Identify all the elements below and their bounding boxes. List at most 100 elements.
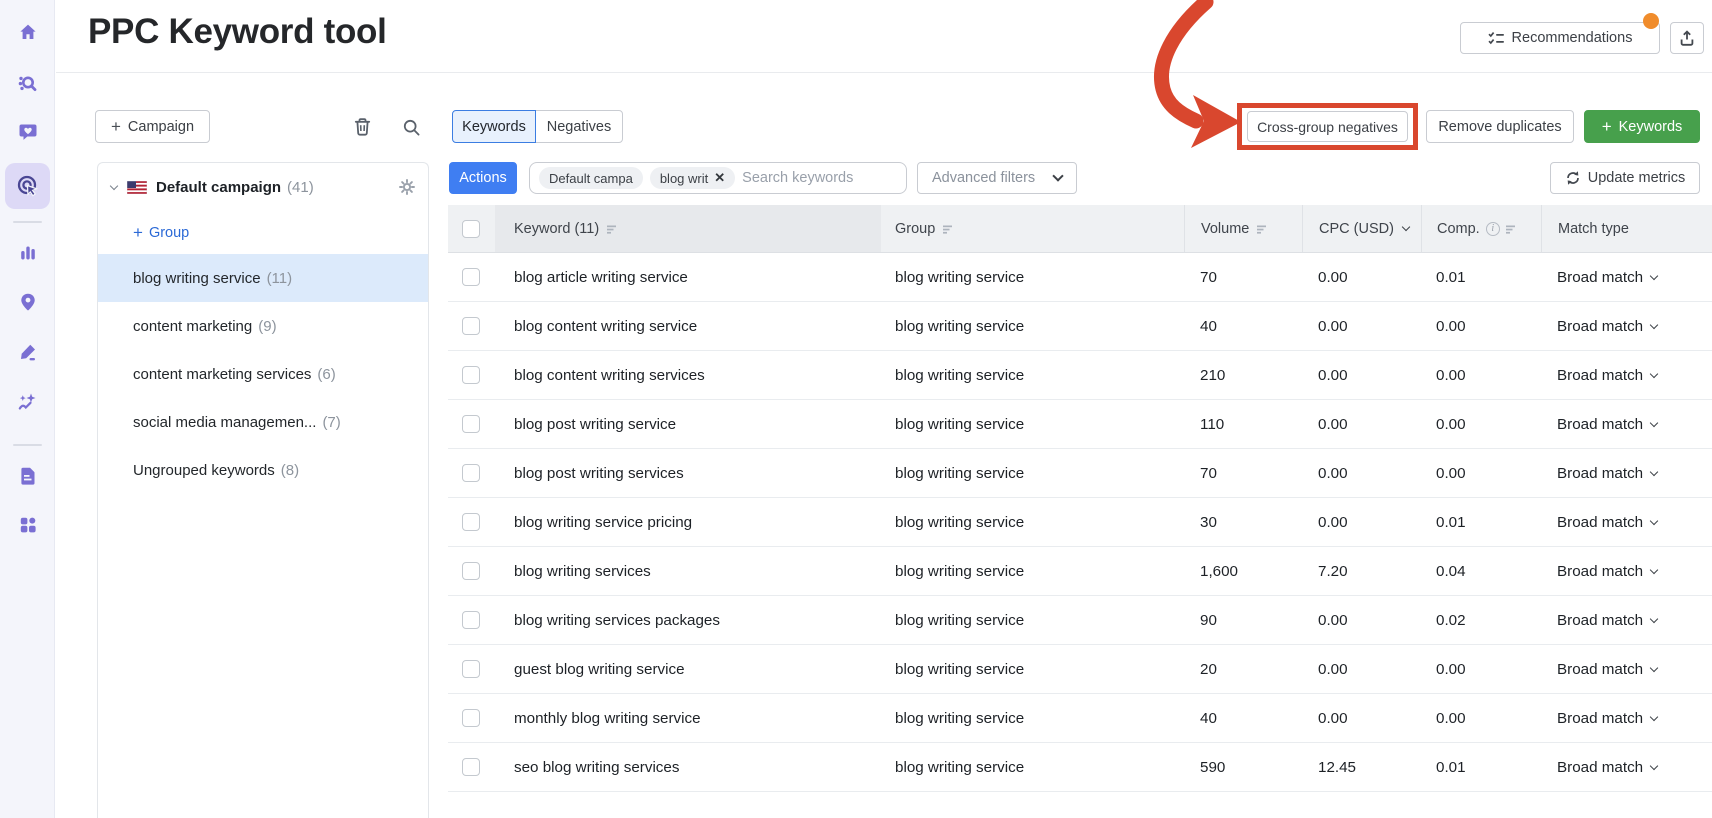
- local-listing-icon[interactable]: [0, 282, 55, 322]
- filter-chip-keyword[interactable]: blog writ ✕: [649, 167, 736, 189]
- home-icon[interactable]: [0, 12, 55, 52]
- recommendations-button[interactable]: Recommendations: [1460, 22, 1660, 54]
- remove-duplicates-button[interactable]: Remove duplicates: [1426, 110, 1574, 143]
- group-item[interactable]: content marketing (9): [98, 302, 428, 350]
- cell-volume: 90: [1184, 596, 1302, 644]
- match-type-dropdown[interactable]: Broad match: [1557, 759, 1659, 776]
- cell-keyword: blog writing services packages: [495, 596, 881, 644]
- social-engagement-icon[interactable]: [0, 112, 55, 152]
- match-type-dropdown[interactable]: Broad match: [1557, 612, 1659, 629]
- gear-icon[interactable]: [399, 179, 415, 195]
- actions-button[interactable]: Actions: [449, 162, 517, 194]
- cell-volume: 70: [1184, 253, 1302, 301]
- cell-comp: 0.01: [1421, 498, 1541, 546]
- group-text: blog writing service: [895, 513, 1025, 531]
- comp-value: 0.00: [1436, 709, 1466, 727]
- row-checkbox[interactable]: [462, 415, 480, 433]
- volume-value: 40: [1200, 317, 1217, 335]
- row-checkbox[interactable]: [462, 513, 480, 531]
- match-type-dropdown[interactable]: Broad match: [1557, 318, 1659, 335]
- volume-value: 210: [1200, 366, 1226, 384]
- search-keywords-input[interactable]: [742, 170, 906, 186]
- group-item[interactable]: social media managemen... (7): [98, 398, 428, 446]
- keyword-text: seo blog writing services: [514, 758, 680, 776]
- match-type-dropdown[interactable]: Broad match: [1557, 269, 1659, 286]
- ai-insights-icon[interactable]: [0, 382, 55, 422]
- row-checkbox[interactable]: [462, 709, 480, 727]
- comp-value: 0.04: [1436, 562, 1466, 580]
- chevron-down-icon[interactable]: [109, 181, 119, 190]
- analytics-icon[interactable]: [0, 232, 55, 272]
- trash-icon[interactable]: [350, 115, 374, 139]
- group-item[interactable]: blog writing service (11): [98, 254, 428, 302]
- match-type-value: Broad match: [1557, 709, 1644, 727]
- cell-checkbox: [448, 645, 495, 693]
- table-row: blog article writing service blog writin…: [448, 253, 1712, 302]
- keyword-search-input-wrap[interactable]: Default campa blog writ ✕: [529, 162, 907, 194]
- row-checkbox[interactable]: [462, 611, 480, 629]
- cell-keyword: seo blog writing services: [495, 743, 881, 791]
- cell-cpc: 12.45: [1302, 743, 1421, 791]
- cell-comp: 0.02: [1421, 596, 1541, 644]
- cell-comp: 0.04: [1421, 547, 1541, 595]
- header-cell-cpc[interactable]: CPC (USD): [1302, 205, 1421, 252]
- header-cell-keyword[interactable]: Keyword (11): [495, 205, 881, 252]
- keyword-research-icon[interactable]: [0, 63, 55, 103]
- match-type-dropdown[interactable]: Broad match: [1557, 416, 1659, 433]
- cell-keyword: blog content writing services: [495, 351, 881, 399]
- advertising-icon[interactable]: [0, 166, 55, 206]
- add-group-label: Group: [148, 224, 190, 241]
- match-type-dropdown[interactable]: Broad match: [1557, 661, 1659, 678]
- cell-checkbox: [448, 253, 495, 301]
- match-type-dropdown[interactable]: Broad match: [1557, 709, 1659, 727]
- group-text: blog writing service: [895, 464, 1025, 482]
- chevron-down-icon: [1649, 565, 1659, 574]
- reports-icon[interactable]: [0, 456, 55, 496]
- volume-value: 20: [1200, 660, 1217, 678]
- campaign-row[interactable]: Default campaign (41): [98, 163, 428, 211]
- match-type-dropdown[interactable]: Broad match: [1557, 562, 1659, 580]
- row-checkbox[interactable]: [462, 317, 480, 335]
- content-writing-icon[interactable]: [0, 332, 55, 372]
- header-cell-volume[interactable]: Volume: [1184, 205, 1302, 252]
- match-type-value: Broad match: [1557, 366, 1644, 384]
- add-group-button[interactable]: + Group: [98, 211, 428, 254]
- export-button[interactable]: [1670, 22, 1704, 54]
- row-checkbox[interactable]: [462, 268, 480, 286]
- cell-group: blog writing service: [881, 400, 1184, 448]
- add-keywords-button[interactable]: + Keywords: [1584, 110, 1700, 143]
- match-type-value: Broad match: [1557, 513, 1644, 531]
- cpc-value: 0.00: [1318, 366, 1348, 384]
- cell-match-type: Broad match: [1541, 547, 1712, 595]
- tab-negatives[interactable]: Negatives: [535, 110, 623, 143]
- cpc-value: 12.45: [1318, 758, 1357, 776]
- add-campaign-button[interactable]: + Campaign: [95, 110, 210, 143]
- filter-chip-campaign[interactable]: Default campa: [539, 167, 643, 189]
- match-type-dropdown[interactable]: Broad match: [1557, 465, 1659, 482]
- keyword-text: blog writing services packages: [514, 611, 720, 629]
- remove-chip-icon[interactable]: ✕: [714, 170, 725, 186]
- row-checkbox[interactable]: [462, 562, 480, 580]
- table-row: monthly blog writing service blog writin…: [448, 694, 1712, 743]
- header-cell-group[interactable]: Group: [881, 205, 1184, 252]
- header-cell-comp[interactable]: Comp. i: [1421, 205, 1541, 252]
- match-type-dropdown[interactable]: Broad match: [1557, 366, 1659, 384]
- update-metrics-button[interactable]: Update metrics: [1550, 162, 1700, 194]
- match-type-value: Broad match: [1557, 562, 1644, 580]
- apps-grid-icon[interactable]: [0, 505, 55, 545]
- group-item[interactable]: content marketing services (6): [98, 350, 428, 398]
- row-checkbox[interactable]: [462, 366, 480, 384]
- cell-volume: 30: [1184, 498, 1302, 546]
- row-checkbox[interactable]: [462, 660, 480, 678]
- group-item[interactable]: Ungrouped keywords (8): [98, 446, 428, 494]
- tab-keywords[interactable]: Keywords: [452, 110, 536, 143]
- advanced-filters-dropdown[interactable]: Advanced filters: [917, 162, 1077, 194]
- row-checkbox[interactable]: [462, 758, 480, 776]
- match-type-dropdown[interactable]: Broad match: [1557, 513, 1659, 531]
- keyword-text: blog post writing service: [514, 415, 677, 433]
- row-checkbox[interactable]: [462, 464, 480, 482]
- select-all-checkbox[interactable]: [462, 219, 480, 238]
- search-icon[interactable]: [399, 115, 423, 139]
- chevron-down-icon: [1649, 663, 1659, 672]
- cross-group-negatives-button[interactable]: Cross-group negatives: [1247, 111, 1408, 142]
